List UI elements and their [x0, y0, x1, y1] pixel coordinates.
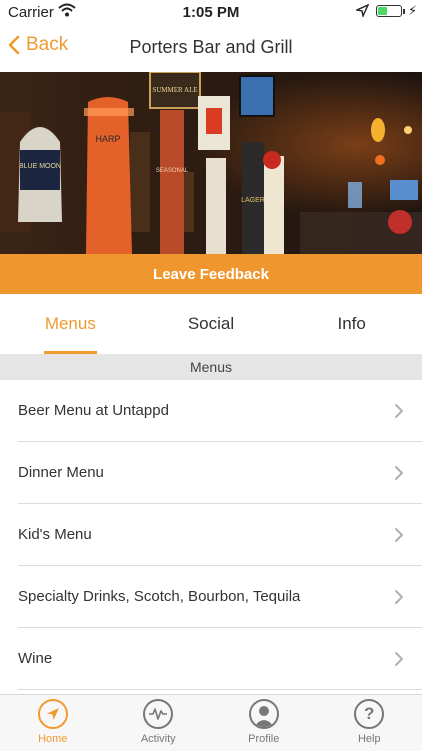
- tap-label-blue-moon: BLUE MOON: [19, 163, 61, 170]
- menu-item-dinner[interactable]: Dinner Menu: [18, 442, 422, 504]
- menu-item-label: Wine: [18, 650, 52, 667]
- charging-bolt-icon: ⚡: [408, 3, 417, 19]
- menu-list: Beer Menu at Untappd Dinner Menu Kid's M…: [0, 380, 422, 690]
- section-header: Menus: [0, 354, 422, 380]
- menu-item-wine[interactable]: Wine: [18, 628, 422, 690]
- navigation-bar: Back Porters Bar and Grill: [0, 24, 422, 72]
- menu-item-label: Kid's Menu: [18, 526, 92, 543]
- chevron-right-icon: [394, 651, 404, 667]
- menu-item-label: Dinner Menu: [18, 464, 104, 481]
- menu-item-specialty-drinks[interactable]: Specialty Drinks, Scotch, Bourbon, Tequi…: [18, 566, 422, 628]
- location-arrow-icon: [356, 4, 369, 21]
- battery-tip: [403, 9, 405, 14]
- profile-icon: [249, 699, 279, 729]
- tap-label-seasonal: SEASONAL: [156, 168, 189, 174]
- help-icon: ?: [354, 699, 384, 729]
- tab-social[interactable]: Social: [141, 294, 282, 354]
- leave-feedback-button[interactable]: Leave Feedback: [0, 254, 422, 294]
- menu-item-label: Specialty Drinks, Scotch, Bourbon, Tequi…: [18, 588, 300, 605]
- navigation-arrow-icon: [38, 699, 68, 729]
- status-bar: Carrier 1:05 PM ⚡: [0, 0, 422, 24]
- tab-menus[interactable]: Menus: [0, 294, 141, 354]
- venue-photo: BLUE MOON HARP SUMMER ALE SEASONAL LAGER: [0, 72, 422, 254]
- chevron-right-icon: [394, 465, 404, 481]
- chevron-right-icon: [394, 403, 404, 419]
- tab-label: Info: [338, 314, 366, 334]
- battery-icon: [376, 5, 402, 17]
- menu-item-label: Beer Menu at Untappd: [18, 402, 169, 419]
- tab-info[interactable]: Info: [281, 294, 422, 354]
- tabbar-profile[interactable]: Profile: [211, 695, 317, 751]
- menu-item-beer[interactable]: Beer Menu at Untappd: [18, 380, 422, 442]
- tabbar-home[interactable]: Home: [0, 695, 106, 751]
- tabbar-activity[interactable]: Activity: [106, 695, 212, 751]
- tabbar-label: Help: [358, 733, 381, 745]
- tabbar-label: Home: [38, 733, 67, 745]
- bottom-tab-bar: Home Activity Profile ? Help: [0, 694, 422, 751]
- chevron-right-icon: [394, 589, 404, 605]
- tab-label: Social: [188, 314, 234, 334]
- tabbar-label: Profile: [248, 733, 279, 745]
- tab-label: Menus: [45, 314, 96, 334]
- menu-item-kids[interactable]: Kid's Menu: [18, 504, 422, 566]
- tabbar-label: Activity: [141, 733, 176, 745]
- tap-label-summer-ale: SUMMER ALE: [152, 86, 197, 94]
- activity-pulse-icon: [143, 699, 173, 729]
- tabbar-help[interactable]: ? Help: [317, 695, 422, 751]
- tap-label-harp: HARP: [95, 134, 120, 144]
- tap-label-lager: LAGER: [241, 197, 265, 204]
- chevron-right-icon: [394, 527, 404, 543]
- tab-strip: Menus Social Info: [0, 294, 422, 354]
- page-title: Porters Bar and Grill: [0, 37, 422, 58]
